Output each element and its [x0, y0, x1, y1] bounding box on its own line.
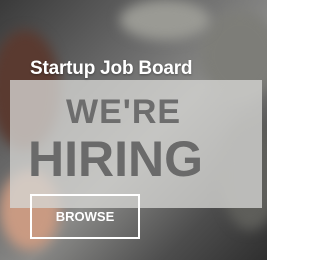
background-photo-shape: [120, 0, 210, 40]
sign-line-were: WE'RE: [66, 93, 182, 131]
sign-line-hiring: HIRING: [28, 131, 203, 187]
browse-button[interactable]: BROWSE: [30, 194, 140, 239]
job-board-card: Startup Job Board WE'RE HIRING BROWSE: [0, 0, 267, 260]
card-title: Startup Job Board: [30, 58, 193, 79]
